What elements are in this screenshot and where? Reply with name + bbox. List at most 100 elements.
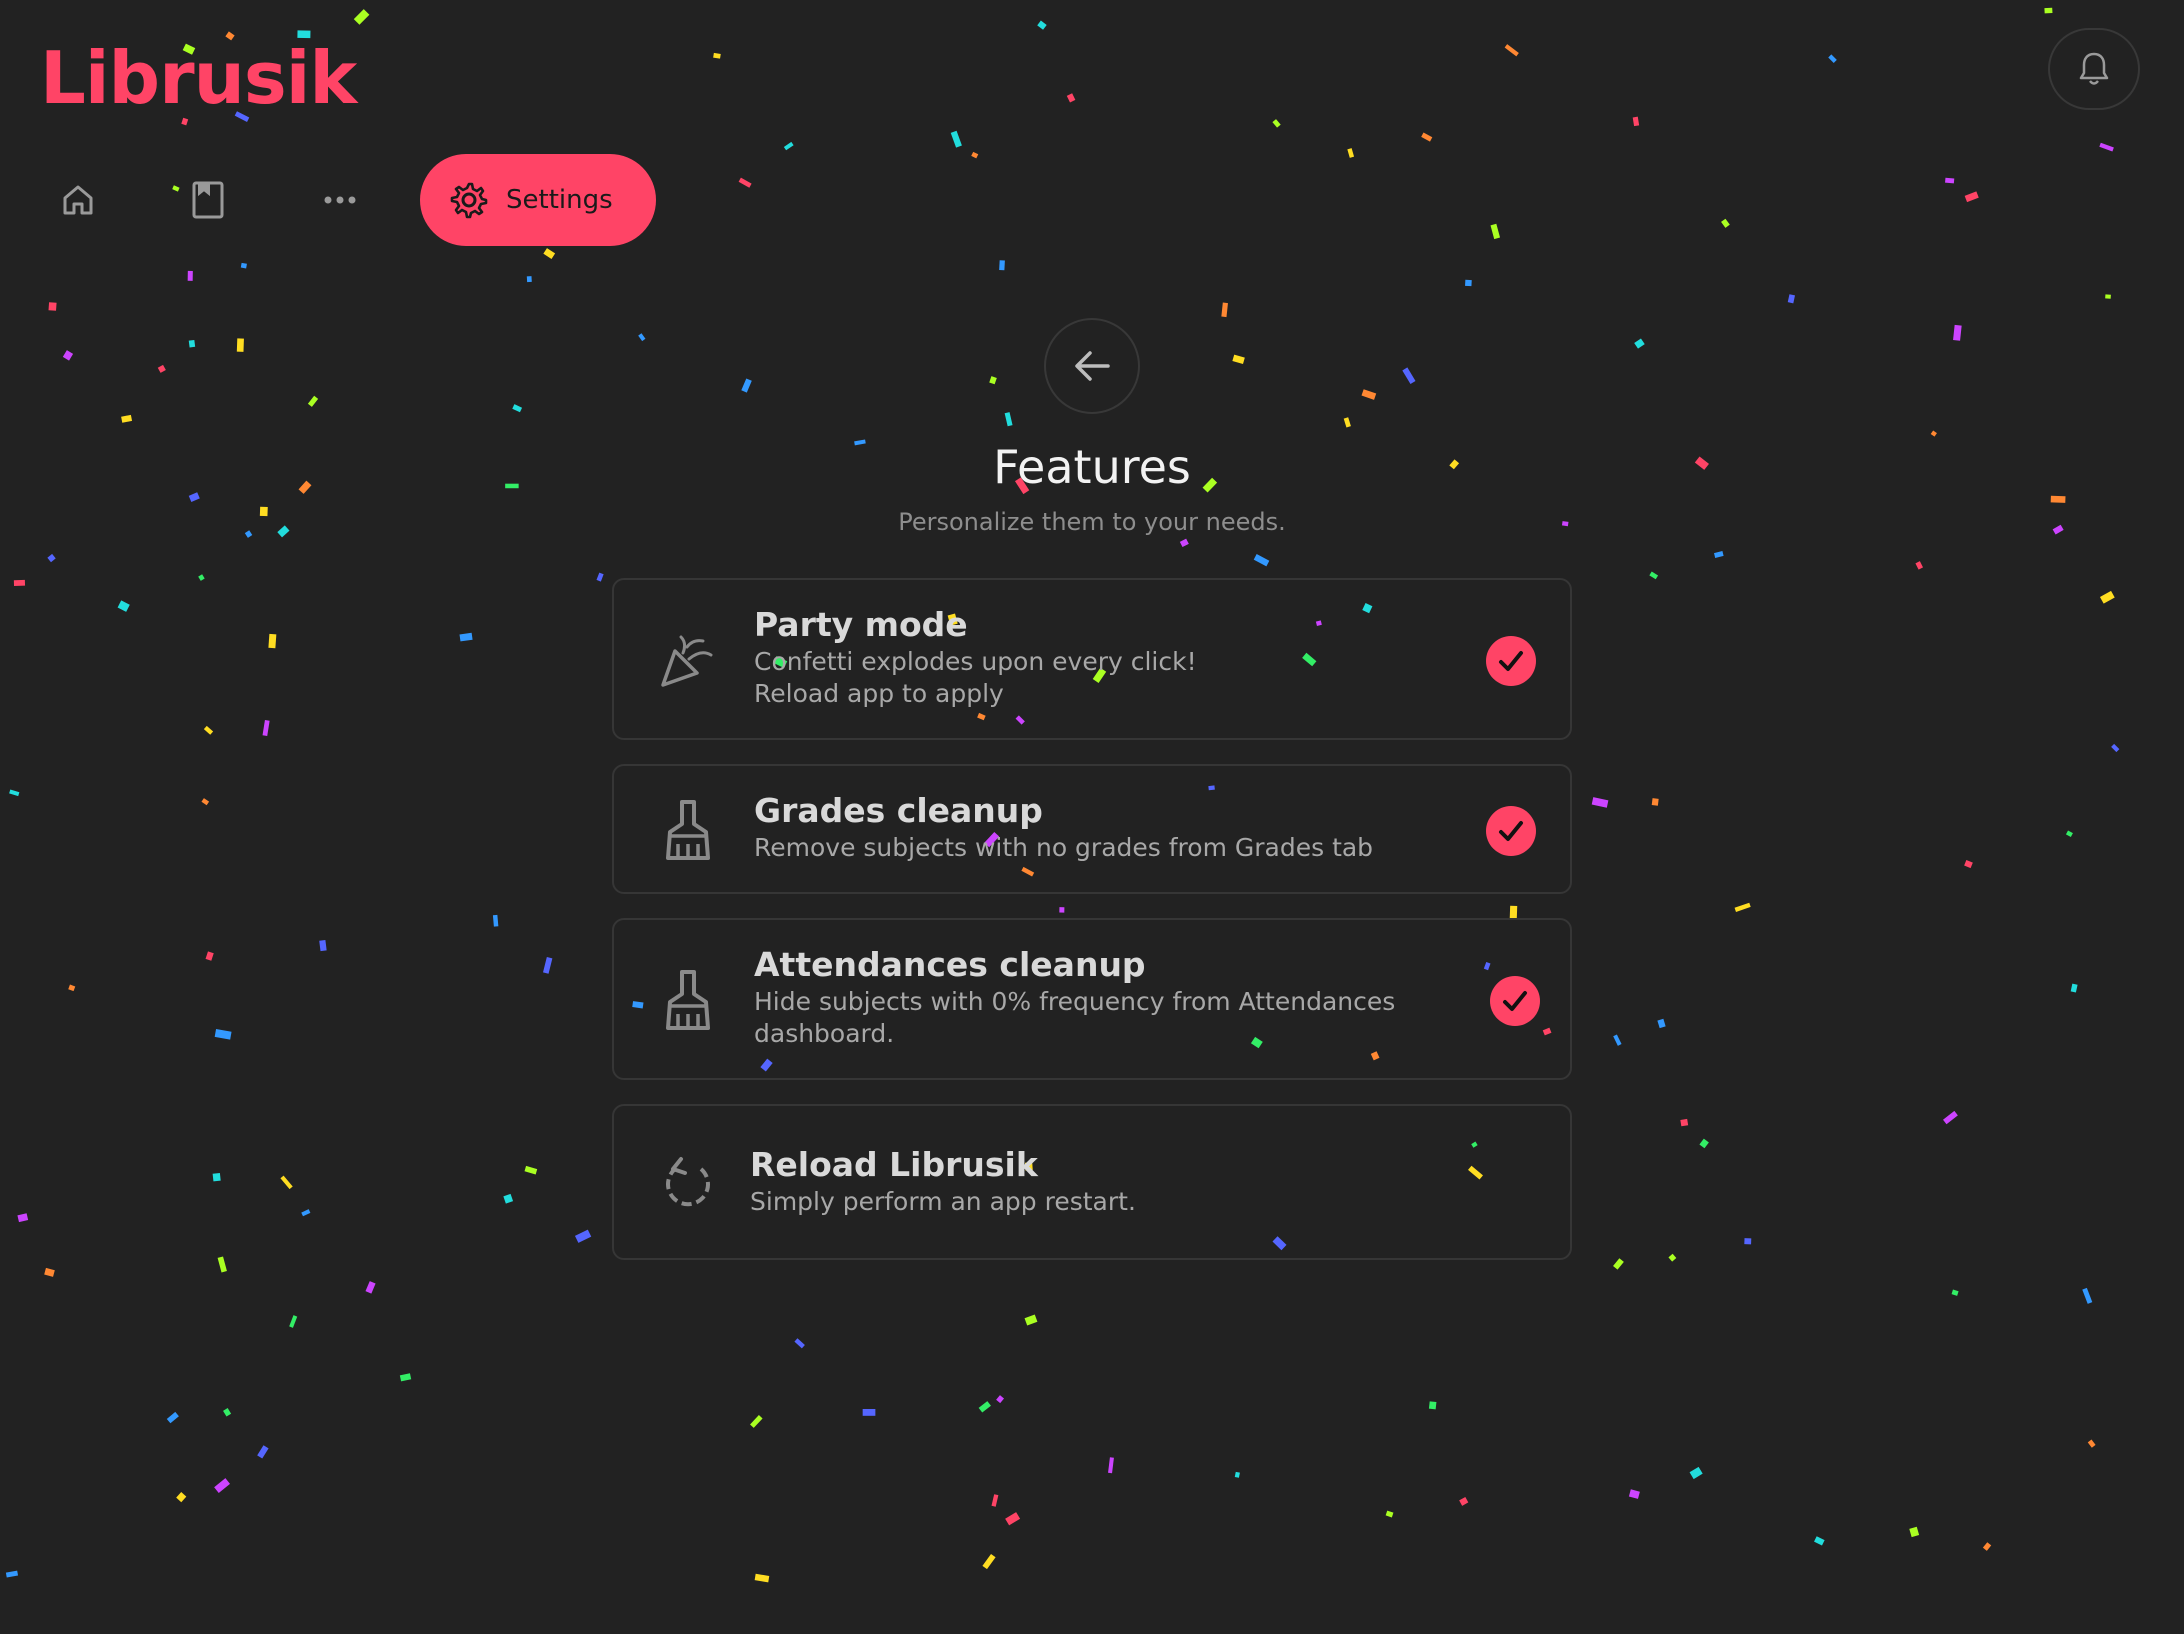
confetti-piece: [1657, 1018, 1666, 1029]
confetti-piece: [44, 1267, 55, 1277]
confetti-piece: [319, 940, 327, 952]
confetti-piece: [1744, 1238, 1752, 1245]
confetti-piece: [1814, 1536, 1825, 1546]
confetti-piece: [999, 260, 1005, 271]
confetti-piece: [188, 339, 196, 348]
feature-toggle-checked[interactable]: [1486, 806, 1536, 856]
confetti-piece: [503, 1193, 514, 1204]
feature-grades-cleanup[interactable]: Grades cleanup Remove subjects with no g…: [612, 764, 1572, 894]
confetti-piece: [1943, 1110, 1958, 1125]
page-subtitle: Personalize them to your needs.: [898, 508, 1286, 536]
confetti-piece: [1253, 554, 1270, 567]
reload-app-button[interactable]: Reload Librusik Simply perform an app re…: [612, 1104, 1572, 1260]
confetti-piece: [1459, 1496, 1469, 1506]
feature-title: Party mode: [754, 605, 968, 644]
book-icon: [192, 181, 224, 219]
confetti-piece: [353, 9, 370, 25]
broom-icon: [656, 968, 720, 1032]
confetti-piece: [1734, 902, 1751, 912]
confetti-piece: [1828, 54, 1837, 63]
confetti-piece: [68, 984, 76, 992]
confetti-piece: [212, 1172, 221, 1182]
confetti-piece: [2099, 142, 2114, 152]
confetti-piece: [1680, 1118, 1689, 1127]
confetti-piece: [121, 414, 133, 423]
confetti-piece: [1037, 20, 1047, 30]
feature-title: Attendances cleanup: [754, 945, 1146, 984]
confetti-piece: [1632, 116, 1640, 127]
feature-description: Simply perform an app restart.: [750, 1187, 1136, 1216]
confetti-piece: [301, 1209, 311, 1217]
feature-description: Remove subjects with no grades from Grad…: [754, 833, 1374, 862]
confetti-piece: [754, 1573, 770, 1583]
nav-more-button[interactable]: [314, 174, 366, 226]
confetti-piece: [289, 1315, 298, 1328]
feature-description: Hide subjects with 0% frequency from Att…: [754, 987, 1396, 1016]
confetti-piece: [1361, 389, 1377, 400]
feature-toggle-checked[interactable]: [1490, 976, 1540, 1026]
confetti-piece: [2070, 983, 2078, 993]
confetti-piece: [2111, 743, 2120, 753]
confetti-piece: [524, 1165, 538, 1175]
confetti-piece: [1343, 417, 1351, 428]
confetti-piece: [978, 1401, 991, 1413]
broom-icon: [656, 798, 720, 862]
confetti-piece: [1613, 1258, 1624, 1270]
checkmark-icon: [1499, 821, 1523, 841]
confetti-piece: [1953, 324, 1962, 341]
confetti-piece: [268, 633, 277, 649]
confetti-piece: [713, 52, 721, 59]
confetti-piece: [2105, 294, 2111, 299]
confetti-piece: [5, 1570, 19, 1578]
confetti-piece: [203, 725, 214, 735]
confetti-piece: [1668, 1253, 1677, 1262]
confetti-piece: [1909, 1526, 1920, 1538]
confetti-piece: [205, 951, 214, 961]
confetti-piece: [794, 1338, 805, 1349]
confetti-piece: [13, 579, 26, 587]
confetti-piece: [750, 1415, 763, 1428]
confetti-piece: [512, 404, 523, 413]
confetti-piece: [638, 333, 646, 342]
confetti-piece: [9, 789, 20, 797]
notifications-button[interactable]: [2048, 28, 2140, 110]
nav-home-button[interactable]: [52, 174, 104, 226]
confetti-piece: [1591, 797, 1609, 808]
confetti-piece: [176, 1491, 187, 1503]
confetti-piece: [1385, 1510, 1394, 1518]
feature-title: Reload Librusik: [750, 1145, 1038, 1184]
confetti-piece: [187, 270, 193, 281]
confetti-piece: [492, 914, 499, 927]
feature-description-note: Reload app to apply: [754, 679, 1004, 708]
confetti-piece: [1634, 338, 1645, 349]
nav-settings-button[interactable]: Settings: [420, 154, 656, 246]
more-dots-icon: [324, 196, 356, 204]
confetti-piece: [2087, 1439, 2096, 1448]
confetti-piece: [236, 338, 244, 352]
confetti-piece: [1024, 1314, 1038, 1326]
confetti-piece: [1234, 1471, 1240, 1478]
confetti-piece: [1613, 1034, 1622, 1046]
nav-grades-button[interactable]: [182, 174, 234, 226]
feature-title: Grades cleanup: [754, 791, 1043, 830]
feature-toggle-checked[interactable]: [1486, 636, 1536, 686]
confetti-piece: [214, 1029, 232, 1040]
confetti-piece: [1232, 354, 1245, 365]
confetti-piece: [1651, 798, 1659, 806]
back-button[interactable]: [1044, 318, 1140, 414]
feature-party-mode[interactable]: Party mode Confetti explodes upon every …: [612, 578, 1572, 740]
confetti-piece: [262, 720, 270, 737]
confetti-piece: [1347, 148, 1355, 158]
feature-description: Confetti explodes upon every click!: [754, 647, 1197, 676]
confetti-piece: [1628, 1489, 1640, 1499]
feature-attendances-cleanup[interactable]: Attendances cleanup Hide subjects with 0…: [612, 918, 1572, 1080]
confetti-piece: [1059, 907, 1065, 913]
confetti-piece: [2099, 590, 2115, 604]
confetti-piece: [1713, 551, 1724, 558]
checkmark-icon: [1499, 651, 1523, 671]
confetti-piece: [1964, 859, 1973, 869]
party-popper-icon: [656, 628, 720, 692]
confetti-piece: [2044, 7, 2053, 14]
confetti-piece: [2082, 1287, 2093, 1304]
confetti-piece: [47, 553, 56, 563]
